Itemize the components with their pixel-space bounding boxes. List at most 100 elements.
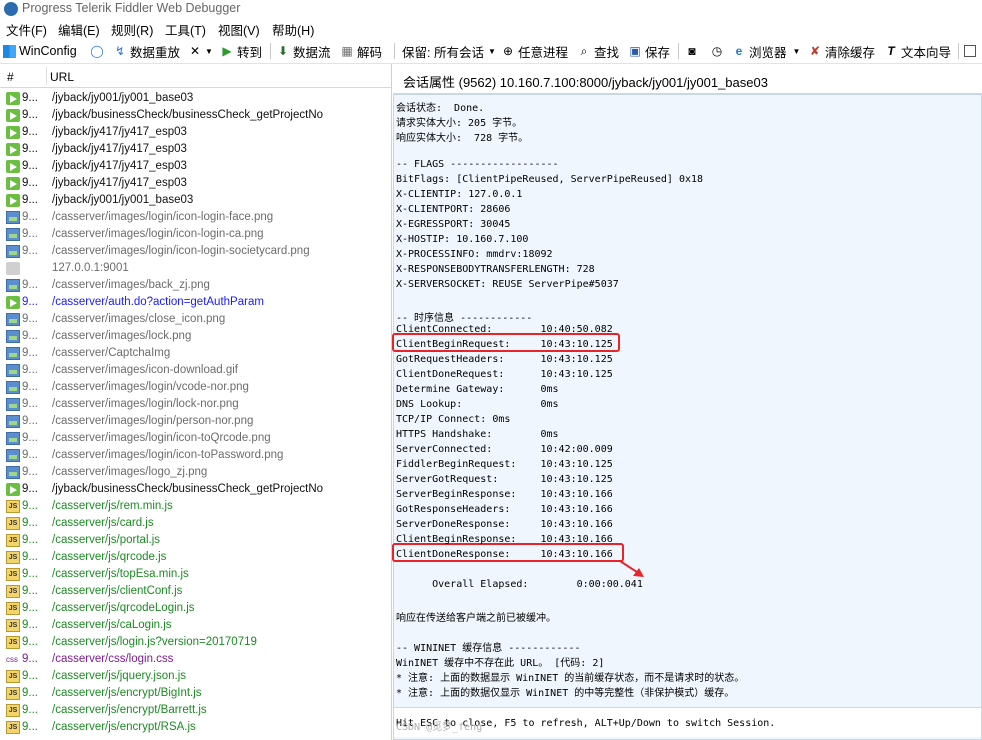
properties-line: GotRequestHeaders: 10:43:10.125 <box>396 354 613 365</box>
properties-line: GotResponseHeaders: 10:43:10.166 <box>396 504 613 515</box>
session-number: 9... <box>22 670 38 682</box>
menu-view[interactable]: 视图(V) <box>218 20 260 39</box>
session-number: 9... <box>22 364 38 376</box>
column-divider[interactable] <box>46 67 47 85</box>
session-row[interactable]: JS 9... /casserver/js/encrypt/RSA.js <box>0 719 391 736</box>
session-row[interactable]: 9... /jyback/jy001/jy001_base03 <box>0 192 391 209</box>
session-number: 9... <box>22 330 38 342</box>
properties-line: ClientBeginResponse: 10:43:10.166 <box>396 534 613 545</box>
clear-cache-button[interactable]: ✘ 清除缓存 <box>808 42 875 60</box>
session-row[interactable]: JS 9... /casserver/js/qrcodeLogin.js <box>0 600 391 617</box>
session-row[interactable]: 9... /casserver/images/login/person-nor.p… <box>0 413 391 430</box>
session-row[interactable]: JS 9... /casserver/js/portal.js <box>0 532 391 549</box>
session-url: /casserver/auth.do?action=getAuthParam <box>52 296 264 308</box>
session-row[interactable]: 9... /jyback/jy417/jy417_esp03 <box>0 124 391 141</box>
properties-line: * 注意: 上面的数据仅显示 WinINET 的中等完整性（非保护模式）缓存。 <box>396 688 735 699</box>
decode-button[interactable]: ▦ 解码 <box>340 42 382 60</box>
session-row[interactable]: 9... /casserver/CaptchaImg <box>0 345 391 362</box>
session-url: /casserver/js/clientConf.js <box>52 585 183 597</box>
column-header-number[interactable]: # <box>7 70 14 84</box>
session-url: /casserver/js/encrypt/RSA.js <box>52 721 196 733</box>
menu-edit[interactable]: 编辑(E) <box>58 20 100 39</box>
text-wizard-button[interactable]: T 文本向导 <box>884 42 951 60</box>
session-row[interactable]: 9... /casserver/images/login/lock-nor.png <box>0 396 391 413</box>
session-row[interactable]: 9... /casserver/images/logo_zj.png <box>0 464 391 481</box>
session-url: /casserver/images/login/icon-toPassword.… <box>52 449 284 461</box>
session-row[interactable]: 9... /jyback/jy417/jy417_esp03 <box>0 175 391 192</box>
image-icon <box>6 364 20 377</box>
tearoff-button[interactable] <box>964 42 979 60</box>
session-row[interactable]: JS 9... /casserver/js/caLogin.js <box>0 617 391 634</box>
session-row[interactable]: 9... /jyback/businessCheck/businessCheck_… <box>0 481 391 498</box>
save-button[interactable]: ▣ 保存 <box>628 42 670 60</box>
toolbar: WinConfig ◯ ↯ 数据重放 ✕ ▼ ▶ 转到 ⬇ 数据流 ▦ 解码 保… <box>0 38 982 64</box>
session-row[interactable]: 9... /casserver/auth.do?action=getAuthPar… <box>0 294 391 311</box>
session-row[interactable]: JS 9... /casserver/js/qrcode.js <box>0 549 391 566</box>
session-row[interactable]: 9... /casserver/images/close_icon.png <box>0 311 391 328</box>
screenshot-button[interactable]: ◙ <box>685 42 702 60</box>
session-url: /casserver/images/login/icon-login-ca.pn… <box>52 228 264 240</box>
any-process-button[interactable]: ⊕ 任意进程 <box>501 42 568 60</box>
session-row[interactable]: JS 9... /casserver/js/jquery.json.js <box>0 668 391 685</box>
chevron-down-icon: ▼ <box>205 46 213 56</box>
menu-rules[interactable]: 规则(R) <box>111 20 153 39</box>
go-button[interactable]: ▶ 转到 <box>220 42 262 60</box>
session-row[interactable]: 9... /casserver/images/login/icon-toPassw… <box>0 447 391 464</box>
session-row[interactable]: 9... /jyback/jy001/jy001_base03 <box>0 90 391 107</box>
replay-button[interactable]: ↯ 数据重放 <box>113 42 180 60</box>
session-number: 9... <box>22 466 38 478</box>
session-row[interactable]: 9... /casserver/images/login/icon-login-c… <box>0 226 391 243</box>
session-row[interactable]: 9... /casserver/images/back_zj.png <box>0 277 391 294</box>
properties-footer: Hit ESC to close, F5 to refresh, ALT+Up/… <box>394 707 981 737</box>
session-row[interactable]: 9... /casserver/images/icon-download.gif <box>0 362 391 379</box>
properties-body[interactable]: Hit ESC to close, F5 to refresh, ALT+Up/… <box>392 94 982 740</box>
column-header-url[interactable]: URL <box>50 70 74 84</box>
session-row[interactable]: 9... /jyback/jy417/jy417_esp03 <box>0 141 391 158</box>
session-url: /jyback/jy417/jy417_esp03 <box>52 177 187 189</box>
timer-button[interactable]: ◷ <box>710 42 727 60</box>
properties-title: 会话属性 (9562) 10.160.7.100:8000/jyback/jy0… <box>403 75 768 90</box>
session-url: /jyback/jy417/jy417_esp03 <box>52 126 187 138</box>
session-row[interactable]: JS 9... /casserver/js/card.js <box>0 515 391 532</box>
session-row[interactable]: 9... /casserver/images/lock.png <box>0 328 391 345</box>
browser-button[interactable]: e 浏览器 ▼ <box>732 42 801 60</box>
session-row[interactable]: 9... /casserver/images/login/vcode-nor.pn… <box>0 379 391 396</box>
js-icon: JS <box>6 687 20 700</box>
session-row[interactable]: JS 9... /casserver/js/encrypt/Barrett.js <box>0 702 391 719</box>
js-icon: JS <box>6 517 20 530</box>
js-icon: JS <box>6 551 20 564</box>
sessions-list[interactable]: # URL 9.../jyback/jy001/jy001_base03 9...… <box>0 64 392 740</box>
winconfig-button[interactable]: WinConfig <box>3 42 77 60</box>
arrow-icon <box>6 296 20 309</box>
session-row[interactable]: css 9... /casserver/css/login.css <box>0 651 391 668</box>
session-row[interactable]: 127.0.0.1:9001 <box>0 260 391 277</box>
comment-button[interactable]: ◯ <box>90 42 107 60</box>
find-button[interactable]: ⌕ 查找 <box>577 42 619 60</box>
remove-button[interactable]: ✕ ▼ <box>188 42 213 60</box>
js-icon: JS <box>6 721 20 734</box>
session-row[interactable]: JS 9... /casserver/js/topEsa.min.js <box>0 566 391 583</box>
session-row[interactable]: 9... /casserver/images/login/icon-login-s… <box>0 243 391 260</box>
session-number: 9... <box>22 381 38 393</box>
menu-file[interactable]: 文件(F) <box>6 20 47 39</box>
menu-bar: 文件(F) 编辑(E) 规则(R) 工具(T) 视图(V) 帮助(H) <box>0 18 982 38</box>
session-row[interactable]: 9... /jyback/businessCheck/businessCheck_… <box>0 107 391 124</box>
properties-line: X-CLIENTPORT: 28606 <box>396 204 511 215</box>
session-row[interactable]: 9... /jyback/jy417/jy417_esp03 <box>0 158 391 175</box>
keep-sessions-dropdown[interactable]: 保留: 所有会话 ▼ <box>402 42 496 60</box>
session-row[interactable]: 9... /casserver/images/login/icon-login-f… <box>0 209 391 226</box>
session-row[interactable]: 9... /casserver/images/login/icon-toQrcod… <box>0 430 391 447</box>
session-row[interactable]: JS 9... /casserver/js/encrypt/BigInt.js <box>0 685 391 702</box>
properties-line: X-RESPONSEBODYTRANSFERLENGTH: 728 <box>396 264 595 275</box>
session-number: 9... <box>22 687 38 699</box>
session-number: 9... <box>22 653 38 665</box>
sessions-rows: 9... /jyback/jy001/jy001_base03 9... /jybac… <box>0 90 391 736</box>
session-row[interactable]: JS 9... /casserver/js/login.js?version=201… <box>0 634 391 651</box>
menu-tools[interactable]: 工具(T) <box>165 20 206 39</box>
session-row[interactable]: JS 9... /casserver/js/clientConf.js <box>0 583 391 600</box>
session-number: 9... <box>22 194 38 206</box>
session-row[interactable]: JS 9... /casserver/js/rem.min.js <box>0 498 391 515</box>
menu-help[interactable]: 帮助(H) <box>272 20 314 39</box>
stream-button[interactable]: ⬇ 数据流 <box>276 42 331 60</box>
session-number: 9... <box>22 568 38 580</box>
